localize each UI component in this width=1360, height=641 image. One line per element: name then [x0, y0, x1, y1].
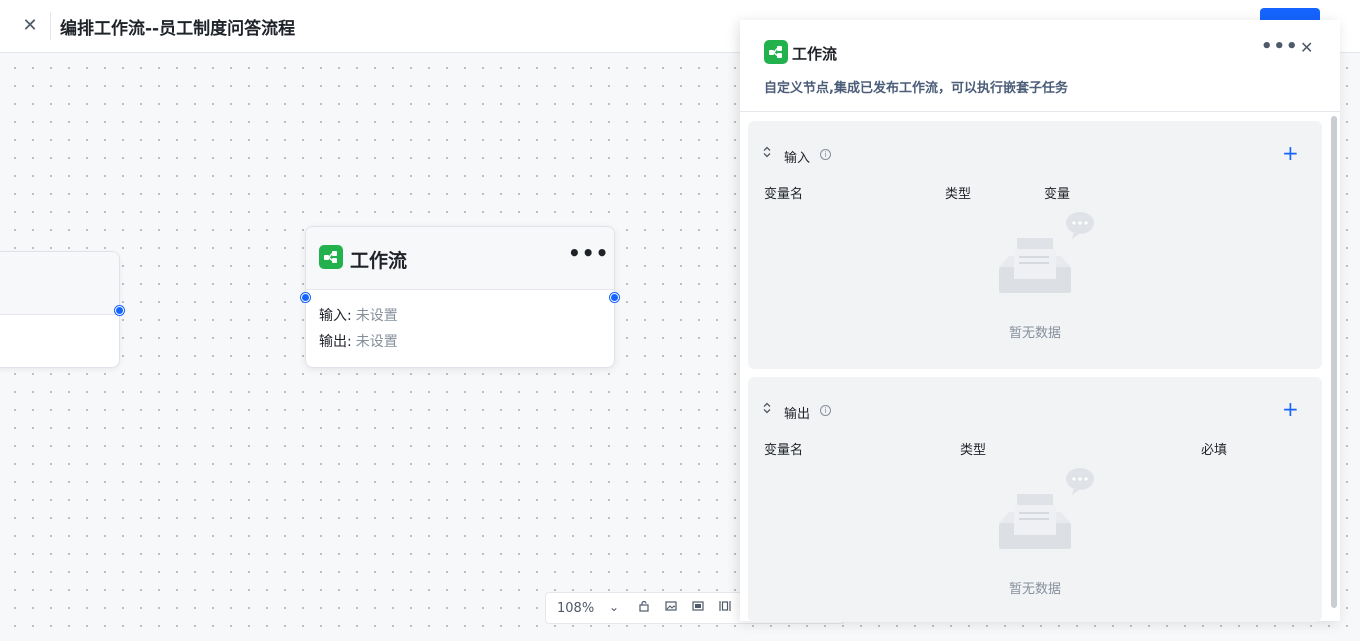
more-icon[interactable]: ••• [568, 241, 609, 265]
previous-node-header [0, 252, 119, 315]
layout-icon[interactable] [717, 600, 733, 616]
node-input-label: 输入: [319, 308, 352, 324]
workflow-icon [319, 245, 343, 269]
previous-node-output-port[interactable] [115, 306, 124, 315]
node-input-row: 输入: 未设置 [319, 305, 398, 325]
close-icon[interactable]: ✕ [1300, 38, 1313, 57]
panel-scrollbar[interactable] [1331, 116, 1337, 608]
chevron-updown-icon[interactable] [762, 146, 772, 160]
header-divider [50, 12, 51, 40]
workflow-node-output-port[interactable] [610, 293, 619, 302]
more-icon[interactable]: ••• [1261, 36, 1299, 57]
node-settings-panel: 工作流 ••• ✕ 自定义节点,集成已发布工作流，可以执行嵌套子任务 输入 i … [740, 20, 1340, 622]
image-icon[interactable] [663, 600, 679, 616]
workflow-node-header: 工作流 ••• [306, 227, 614, 290]
empty-data-icon [999, 212, 1094, 293]
panel-title: 工作流 [792, 45, 838, 63]
input-section-title: 输入 [784, 151, 811, 166]
node-output-value: 未设置 [355, 334, 398, 350]
add-icon[interactable]: + [1282, 141, 1299, 165]
close-icon[interactable]: ✕ [20, 16, 40, 36]
panel-header: 工作流 ••• ✕ 自定义节点,集成已发布工作流，可以执行嵌套子任务 [740, 20, 1340, 112]
panel-description: 自定义节点,集成已发布工作流，可以执行嵌套子任务 [764, 81, 1068, 96]
zoom-level[interactable]: 108% [557, 601, 594, 616]
output-section: 输出 i + 变量名 类型 必填 暂无数据 [748, 377, 1322, 622]
info-icon[interactable]: i [820, 405, 831, 416]
workflow-node-input-port[interactable] [301, 293, 310, 302]
empty-data-icon [999, 468, 1094, 549]
column-header-type: 类型 [960, 443, 987, 458]
node-output-row: 输出: 未设置 [319, 331, 398, 351]
empty-text: 暂无数据 [1008, 326, 1061, 341]
page-title: 编排工作流--员工制度问答流程 [60, 19, 296, 39]
workflow-icon [764, 40, 788, 64]
fit-view-icon[interactable] [690, 600, 706, 616]
lock-icon[interactable] [636, 600, 652, 616]
info-icon[interactable]: i [820, 149, 831, 160]
input-section: 输入 i + 变量名 类型 变量 暂无数据 [748, 121, 1322, 369]
column-header-name: 变量名 [764, 187, 804, 202]
column-header-variable: 变量 [1044, 187, 1071, 202]
node-output-label: 输出: [319, 334, 352, 350]
column-header-name: 变量名 [764, 443, 804, 458]
workflow-node[interactable]: 工作流 ••• 输入: 未设置 输出: 未设置 [305, 226, 615, 368]
chevron-down-icon[interactable]: ⌄ [609, 600, 619, 614]
output-section-title: 输出 [784, 407, 811, 422]
chevron-updown-icon[interactable] [762, 402, 772, 416]
column-header-required: 必填 [1201, 443, 1228, 458]
previous-node[interactable] [0, 251, 120, 368]
workflow-node-title: 工作流 [350, 250, 408, 272]
add-icon[interactable]: + [1282, 397, 1299, 421]
empty-text: 暂无数据 [1008, 582, 1061, 597]
node-input-value: 未设置 [355, 308, 398, 324]
column-header-type: 类型 [945, 187, 972, 202]
